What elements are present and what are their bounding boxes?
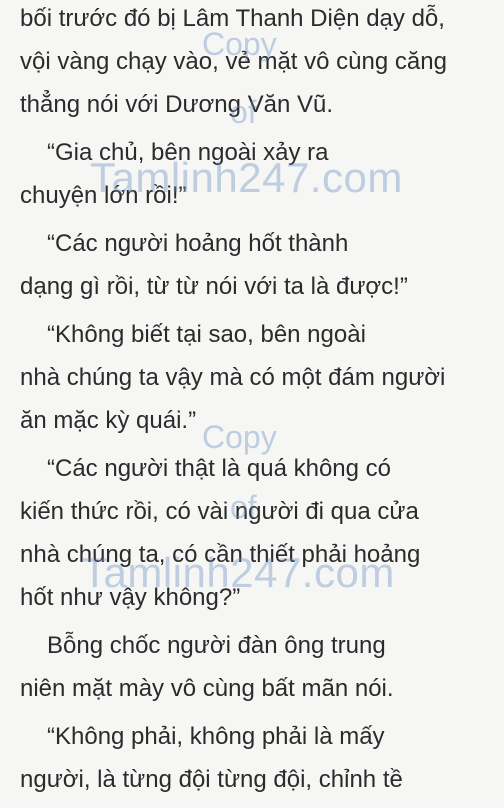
text-line: ăn mặc kỳ quái.” — [20, 407, 197, 434]
text-line: “Không biết tại sao, bên ngoài — [47, 321, 366, 348]
text-line: thẳng nói với Dương Văn Vũ. — [20, 91, 334, 118]
text-line: dạng gì rồi, từ từ nói với ta là được!” — [20, 273, 408, 300]
text-line: nhà chúng ta vậy mà có một đám người — [20, 364, 446, 391]
text-line: chuyện lớn rồi!” — [20, 182, 187, 209]
text-line: kiến thức rồi, có vài người đi qua cửa — [20, 498, 419, 525]
text-line: niên mặt mày vô cùng bất mãn nói. — [20, 675, 394, 702]
text-line: vội vàng chạy vào, vẻ mặt vô cùng căng — [20, 48, 447, 75]
text-line: “Các người hoảng hốt thành — [47, 230, 349, 257]
text-line: nhà chúng ta, có cần thiết phải hoảng — [20, 541, 421, 568]
text-line: người, là từng đội từng đội, chỉnh tề — [20, 766, 403, 793]
reading-page: bối trước đó bị Lâm Thanh Diện dạy dỗ, v… — [0, 0, 504, 808]
text-line: “Gia chủ, bên ngoài xảy ra — [47, 139, 329, 166]
text-line: Bỗng chốc người đàn ông trung — [47, 632, 386, 659]
text-line: bối trước đó bị Lâm Thanh Diện dạy dỗ, — [20, 5, 445, 32]
text-line: “Không phải, không phải là mấy — [47, 723, 385, 750]
text-line: hốt như vậy không?” — [20, 584, 241, 611]
text-line: “Các người thật là quá không có — [47, 455, 392, 482]
